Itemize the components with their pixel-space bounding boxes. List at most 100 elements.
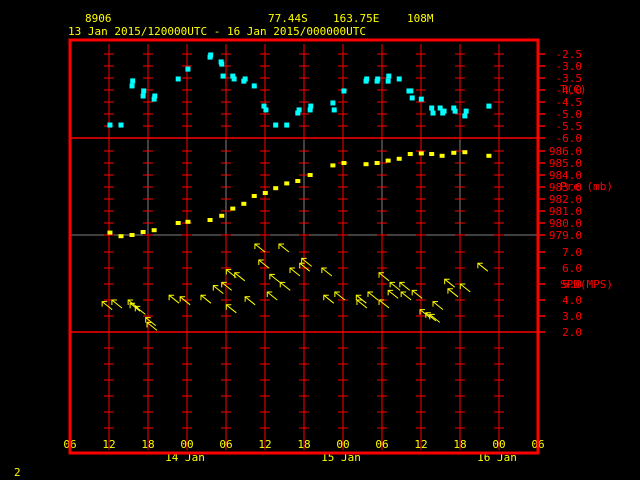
y-tick-label: 979.0 bbox=[549, 229, 582, 242]
pressure-point bbox=[284, 181, 290, 186]
wind-arrow-shaft bbox=[254, 243, 266, 253]
wind-arrow bbox=[179, 296, 191, 306]
wind-arrow bbox=[459, 283, 471, 293]
wind-arrow-shaft bbox=[387, 290, 399, 299]
temperature-point bbox=[418, 96, 424, 102]
temperature-point bbox=[430, 110, 436, 116]
temperature-point bbox=[308, 103, 314, 109]
temperature-point bbox=[330, 100, 336, 106]
wind-arrow bbox=[301, 257, 313, 267]
x-tick-label: 06 bbox=[375, 438, 388, 451]
temperature-point bbox=[462, 113, 468, 119]
temperature-point bbox=[107, 122, 113, 128]
wind-arrow bbox=[447, 288, 459, 298]
wind-arrow-shaft bbox=[367, 291, 379, 301]
wind-arrow bbox=[378, 299, 390, 309]
temperature-point bbox=[220, 73, 226, 79]
y-tick-label: 6.0 bbox=[562, 262, 582, 275]
pressure-point bbox=[251, 194, 257, 198]
pressure-point bbox=[273, 186, 279, 191]
temperature-point bbox=[273, 122, 279, 128]
wind-arrow bbox=[378, 272, 390, 282]
wind-arrow bbox=[323, 294, 335, 304]
x-tick-label: 12 bbox=[258, 438, 271, 451]
pressure-point bbox=[241, 201, 247, 206]
wind-arrow bbox=[168, 294, 180, 304]
temperature-point bbox=[129, 83, 135, 89]
temperature-point bbox=[408, 88, 414, 94]
longitude: 163.75E bbox=[333, 12, 379, 25]
wind-arrow bbox=[367, 291, 379, 301]
axis-labels: -2.5-3.0-3.5-4.0-4.5-5.0-5.5-6.0986.0985… bbox=[63, 48, 582, 464]
pressure-point bbox=[341, 161, 347, 165]
wind-arrow-shaft bbox=[477, 262, 489, 272]
wind-arrow-shaft bbox=[378, 299, 390, 309]
wind-arrow bbox=[400, 291, 412, 301]
x-tick-label: 00 bbox=[180, 438, 193, 451]
temperature-point bbox=[263, 107, 269, 113]
pressure-point bbox=[230, 206, 236, 211]
wind-arrow bbox=[200, 294, 212, 304]
wind-arrow-shaft bbox=[299, 262, 311, 272]
wind-arrow-shaft bbox=[444, 278, 456, 288]
data-marks bbox=[101, 52, 492, 331]
pressure-point bbox=[486, 153, 492, 158]
wind-arrow-shaft bbox=[225, 304, 237, 314]
wind-arrow bbox=[399, 281, 411, 291]
wind-arrow-shaft bbox=[459, 283, 471, 293]
temperature-point bbox=[385, 78, 391, 84]
wind-arrow-shaft bbox=[258, 259, 270, 269]
wind-arrow bbox=[429, 313, 441, 323]
pressure-point bbox=[407, 152, 413, 156]
x-tick-label: 00 bbox=[336, 438, 349, 451]
wind-arrow-shaft bbox=[400, 291, 412, 301]
temperature-point bbox=[396, 76, 402, 82]
time-range: 13 Jan 2015/120000UTC - 16 Jan 2015/0000… bbox=[68, 25, 366, 38]
wind-arrow bbox=[269, 273, 281, 283]
pressure-point bbox=[363, 162, 369, 167]
pressure-point bbox=[118, 234, 124, 239]
wind-arrow bbox=[234, 272, 246, 282]
temperature-point bbox=[185, 66, 191, 72]
x-tick-label: 06 bbox=[219, 438, 232, 451]
wind-arrow bbox=[356, 299, 368, 309]
pressure-point bbox=[462, 150, 468, 155]
temperature-point bbox=[231, 76, 237, 82]
temperature-point bbox=[463, 108, 469, 114]
temperature-point bbox=[130, 78, 136, 84]
y-tick-label: 4.0 bbox=[562, 294, 582, 307]
temperature-point bbox=[140, 93, 146, 99]
wind-arrow bbox=[389, 281, 401, 291]
temperature-point bbox=[386, 73, 392, 79]
temperature-point bbox=[429, 105, 435, 111]
pressure-point bbox=[451, 150, 457, 155]
x-tick-label: 18 bbox=[297, 438, 310, 451]
wind-arrow bbox=[432, 301, 444, 310]
page-number: 2 bbox=[14, 466, 21, 479]
wind-arrow-shaft bbox=[244, 296, 256, 306]
wind-arrow-shaft bbox=[355, 294, 367, 304]
y-tick-label: 7.0 bbox=[562, 246, 582, 259]
y-tick-label: 3.0 bbox=[562, 310, 582, 323]
wind-arrow-shaft bbox=[101, 301, 113, 310]
station-id: 8906 bbox=[85, 12, 112, 25]
wind-arrow-shaft bbox=[168, 294, 180, 304]
wind-arrow-shaft bbox=[432, 301, 444, 310]
wind-arrow-shaft bbox=[323, 294, 335, 304]
wind-arrow bbox=[279, 281, 291, 291]
temperature-point bbox=[242, 76, 248, 82]
temperature-point bbox=[251, 83, 257, 89]
wind-arrow-shaft bbox=[389, 282, 401, 291]
temperature-point bbox=[341, 88, 347, 94]
pressure-point bbox=[140, 230, 146, 234]
pressure-point bbox=[219, 213, 225, 218]
wind-arrow-shaft bbox=[321, 267, 333, 277]
wind-arrow-shaft bbox=[399, 282, 411, 291]
wind-arrow-shaft bbox=[111, 299, 123, 309]
wind-arrow-shaft bbox=[378, 272, 390, 282]
wind-arrow bbox=[244, 296, 256, 306]
temperature-point bbox=[409, 95, 415, 101]
temperature-point bbox=[296, 107, 302, 113]
wind-arrow bbox=[254, 243, 266, 253]
grid bbox=[70, 44, 545, 450]
